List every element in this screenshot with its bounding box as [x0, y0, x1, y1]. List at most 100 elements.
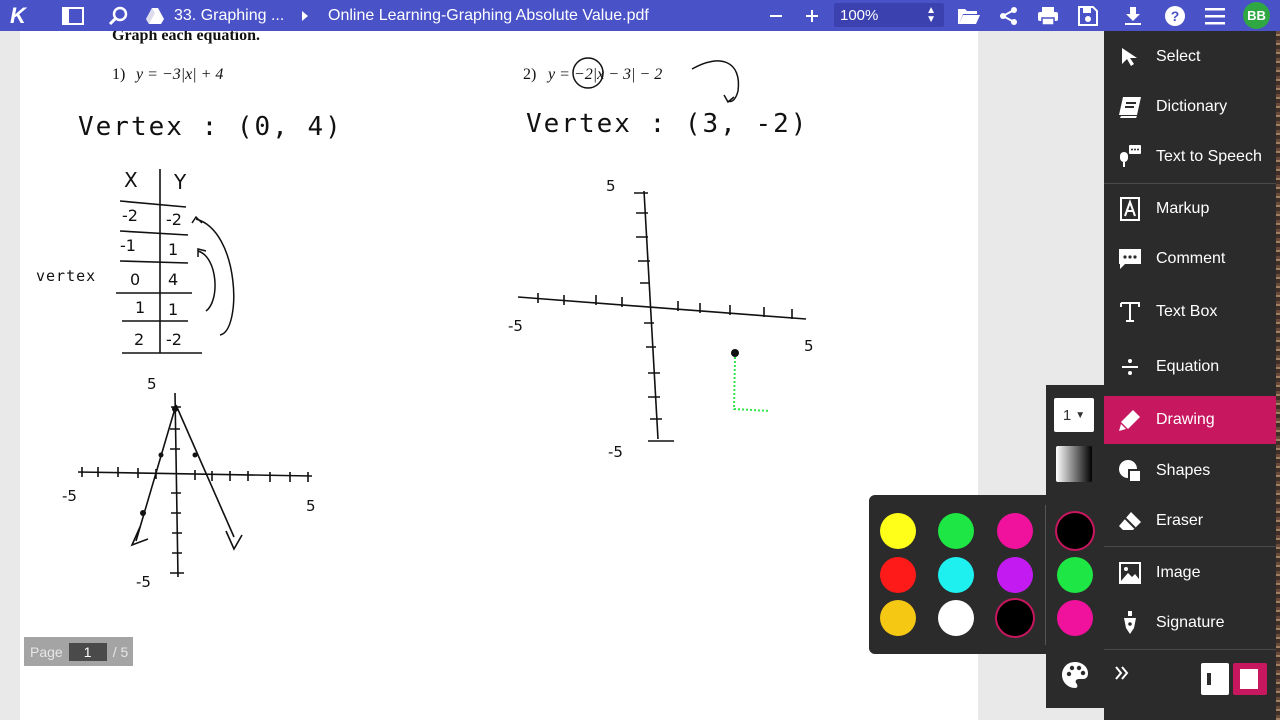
color-swatch-magenta[interactable]: [997, 513, 1033, 549]
tool-eraser[interactable]: Eraser: [1104, 497, 1276, 545]
table-cell-x: 1: [135, 298, 145, 317]
g1-axis-bottom: -5: [136, 573, 151, 591]
select-arrows-icon: ▲ ▼: [926, 5, 936, 25]
tool-select[interactable]: Select: [1104, 33, 1276, 81]
problem-1-equation: y = −3|x| + 4: [134, 66, 223, 83]
dropdown-arrow-icon: ▼: [1075, 409, 1086, 421]
save-icon[interactable]: [1078, 0, 1098, 31]
g2-axis-bottom: -5: [608, 443, 623, 461]
tool-drawing[interactable]: Drawing: [1104, 396, 1276, 444]
opacity-gradient[interactable]: [1056, 446, 1092, 482]
color-swatch-black-recent[interactable]: [1057, 513, 1093, 549]
color-swatch-white[interactable]: [938, 600, 974, 636]
table-cell-x: -2: [122, 206, 138, 225]
layout-dual-button[interactable]: [1233, 663, 1267, 695]
table-cell-y: -2: [166, 210, 182, 229]
help-icon[interactable]: ?: [1164, 0, 1186, 31]
tool-image[interactable]: Image: [1104, 549, 1276, 597]
pdf-page[interactable]: Graph each equation. 1) y = −3|x| + 4 2)…: [20, 31, 978, 720]
stroke-width-select[interactable]: 1 ▼: [1054, 398, 1094, 432]
tool-comment[interactable]: Comment: [1104, 235, 1276, 283]
tool-label: Comment: [1156, 250, 1226, 267]
eraser-icon: [1104, 497, 1156, 545]
problem-1-number: 1): [112, 66, 125, 83]
svg-text:?: ?: [1171, 8, 1180, 24]
top-toolbar: K 33. Graphing ... Online Learning-Graph…: [0, 0, 1280, 31]
color-swatch-green-recent[interactable]: [1057, 557, 1093, 593]
tool-text-box[interactable]: Text Box: [1104, 288, 1276, 336]
collapse-sidebar-icon[interactable]: [1113, 664, 1131, 687]
color-swatch-cyan[interactable]: [938, 557, 974, 593]
logo-text: K: [10, 2, 26, 28]
g2-axis-top: 5: [606, 177, 616, 195]
tool-markup[interactable]: Markup: [1104, 185, 1276, 233]
share-icon[interactable]: [999, 0, 1019, 31]
layout-single-button[interactable]: [1201, 663, 1229, 695]
app-logo[interactable]: K: [10, 0, 26, 31]
worksheet-heading: Graph each equation.: [112, 31, 260, 44]
breadcrumb-folder[interactable]: 33. Graphing ...: [174, 0, 284, 31]
page-number-input[interactable]: 1: [68, 642, 107, 661]
tool-dictionary[interactable]: Dictionary: [1104, 83, 1276, 131]
tool-shapes[interactable]: Shapes: [1104, 447, 1276, 495]
color-swatch-red[interactable]: [880, 557, 916, 593]
g1-axis-right: 5: [306, 497, 316, 515]
table-cell-y: 1: [168, 240, 178, 259]
fountain-pen-icon: [1104, 599, 1156, 647]
tool-equation[interactable]: Equation: [1104, 343, 1276, 391]
pen-icon: [1104, 396, 1156, 444]
g2-axis-right: 5: [804, 337, 814, 355]
page-canvas: Graph each equation. 1) y = −3|x| + 4 2)…: [36, 31, 814, 591]
chevron-right-icon: [300, 0, 310, 31]
color-swatch-yellow[interactable]: [880, 513, 916, 549]
table-cell-x: 0: [130, 270, 140, 289]
user-avatar[interactable]: BB: [1243, 2, 1270, 29]
green-drawing: [731, 349, 771, 412]
text-box-icon: [1104, 288, 1156, 336]
tool-text-to-speech[interactable]: Text to Speech: [1104, 133, 1276, 181]
p1-vertex-note: Vertex : (0, 4): [78, 112, 343, 142]
color-swatch-purple[interactable]: [997, 557, 1033, 593]
problem-2-number: 2): [523, 66, 536, 83]
edge-strip: [1276, 31, 1280, 720]
tool-label: Text to Speech: [1156, 148, 1262, 165]
table-cell-x: 2: [134, 330, 144, 349]
tool-label: Equation: [1156, 358, 1220, 375]
tool-label: Signature: [1156, 614, 1225, 631]
tool-label: Image: [1156, 564, 1201, 581]
markup-icon: [1104, 185, 1156, 233]
file-name: Online Learning-Graphing Absolute Value.…: [328, 6, 649, 24]
table-arrow-inner: [197, 250, 216, 312]
tool-signature[interactable]: Signature: [1104, 599, 1276, 647]
print-icon[interactable]: [1037, 0, 1059, 31]
problem-2-equation: y = −2|x − 3| − 2: [546, 66, 662, 83]
microphone-speech-icon: [1104, 133, 1156, 181]
zoom-out-icon[interactable]: [768, 0, 784, 31]
table-cell-y: 1: [168, 300, 178, 319]
zoom-select[interactable]: 100% ▲ ▼: [834, 3, 944, 27]
table-cell-x: -1: [120, 236, 136, 255]
search-icon[interactable]: [108, 0, 130, 31]
image-icon: [1104, 549, 1156, 597]
color-swatch-magenta-recent[interactable]: [1057, 600, 1093, 636]
color-swatch-black[interactable]: [997, 600, 1033, 636]
palette-icon[interactable]: [1060, 660, 1090, 695]
tool-label: Eraser: [1156, 512, 1204, 529]
book-icon: [1104, 83, 1156, 131]
tool-label: Drawing: [1156, 411, 1215, 428]
page-label: Page: [30, 643, 63, 660]
tool-label: Dictionary: [1156, 98, 1228, 115]
open-folder-icon[interactable]: [957, 0, 981, 31]
zoom-in-icon[interactable]: [804, 0, 820, 31]
download-icon[interactable]: [1123, 0, 1143, 31]
tool-label: Markup: [1156, 200, 1210, 217]
sidebar-toggle-icon[interactable]: [62, 0, 84, 31]
graph-2: [517, 190, 807, 442]
tool-label: Text Box: [1156, 303, 1218, 320]
color-swatch-gold[interactable]: [880, 600, 916, 636]
g2-axis-left: -5: [508, 317, 523, 335]
folder-drive-icon: [145, 0, 165, 31]
menu-icon[interactable]: [1204, 0, 1226, 31]
color-swatch-green[interactable]: [938, 513, 974, 549]
divide-icon: [1104, 343, 1156, 391]
